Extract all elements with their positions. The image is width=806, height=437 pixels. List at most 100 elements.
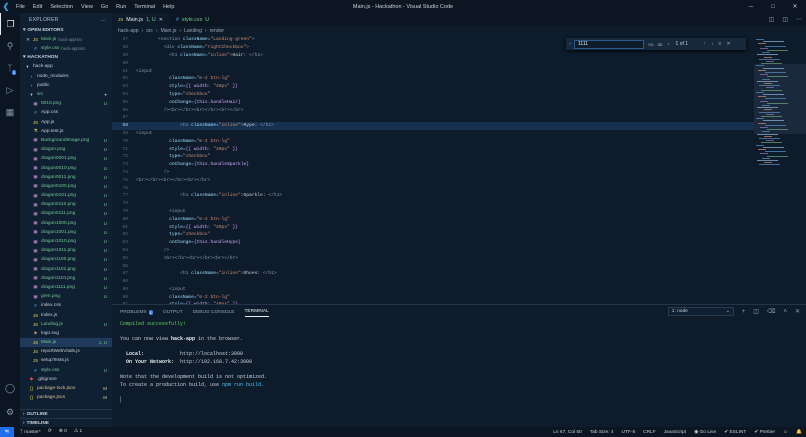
tree-item-dragon0100-png[interactable]: ▣ dragon0100.png U <box>20 182 112 191</box>
new-terminal-icon[interactable]: + <box>742 309 746 315</box>
tree-item-dragon1000-png[interactable]: ▣ dragon1000.png U <box>20 219 112 228</box>
more-actions-icon[interactable]: ⋯ <box>796 16 802 23</box>
next-match-icon[interactable]: ↓ <box>711 41 714 47</box>
tree-item-index-css[interactable]: # index.css <box>20 301 112 310</box>
tree-item-landing-js[interactable]: JS Landing.js U <box>20 320 112 329</box>
workspace-section[interactable]: ▾ HACKATHON <box>20 53 112 62</box>
code-editor[interactable]: 57 <section className="Landing-green"> 58… <box>112 36 754 304</box>
tree-item-node-modules[interactable]: › node_modules <box>20 72 112 81</box>
tree-item-backgroundimage-png[interactable]: ▣ BackgroundImage.png U <box>20 136 112 145</box>
tree-item-dragon1110-png[interactable]: ▣ dragon1110.png U <box>20 274 112 283</box>
tree-item-0010-png[interactable]: ▣ 0010.png U <box>20 99 112 108</box>
tree-item-app-js[interactable]: JS App.js <box>20 118 112 127</box>
extensions-icon[interactable]: ▦ <box>0 101 20 123</box>
tab-terminal[interactable]: TERMINAL <box>244 307 269 317</box>
tab-style-css[interactable]: # style.css U <box>170 13 217 26</box>
close-tab-icon[interactable]: ✕ <box>159 17 163 23</box>
tab-output[interactable]: OUTPUT <box>163 310 183 315</box>
toggle-replace-icon[interactable]: › <box>566 41 574 47</box>
tab-problems[interactable]: PROBLEMS 1 <box>120 309 153 315</box>
menu-item-view[interactable]: View <box>81 4 93 10</box>
local-url[interactable]: http://localhost:3000 <box>180 351 243 357</box>
close-window-icon[interactable]: ✕ <box>784 0 806 13</box>
breadcrumb-item[interactable]: src <box>146 28 153 34</box>
tab-debug-console[interactable]: DEBUG CONSOLE <box>193 310 235 315</box>
maximize-icon[interactable]: □ <box>762 0 784 13</box>
breadcrumb-item[interactable]: render <box>210 28 224 34</box>
status-item-prettier[interactable]: ✔ Prettier <box>754 430 775 435</box>
tree-item-public[interactable]: › public <box>20 81 112 90</box>
run-debug-icon[interactable]: ▷ <box>0 79 20 101</box>
tree-item-app-css[interactable]: # App.css <box>20 108 112 117</box>
remote-icon[interactable]: ⇋ <box>0 427 14 437</box>
branch-status[interactable]: ᛉ master* <box>20 429 41 435</box>
menu-item-edit[interactable]: Edit <box>33 4 42 10</box>
kill-terminal-icon[interactable]: ⌫ <box>767 308 775 315</box>
outline-section[interactable]: › OUTLINE <box>20 409 112 418</box>
menu-item-run[interactable]: Run <box>116 4 126 10</box>
menu-item-terminal[interactable]: Terminal <box>134 4 155 10</box>
tree-item-dragon0111-png[interactable]: ▣ dragon0111.png U <box>20 209 112 218</box>
explorer-icon[interactable]: ❐ <box>0 13 20 35</box>
timeline-section[interactable]: › TIMELINE <box>20 418 112 427</box>
tree-item-dragon1010-png[interactable]: ▣ dragon1010.png U <box>20 237 112 246</box>
status-item-javascript[interactable]: JavaScript <box>664 430 686 435</box>
terminal-output[interactable]: Compiled successfully! You can now view … <box>120 321 267 405</box>
breadcrumb-item[interactable]: Landing <box>184 28 202 34</box>
minimize-icon[interactable]: ─ <box>740 0 762 13</box>
tree-item-main-js[interactable]: JS Main.js 1, U <box>20 338 112 348</box>
status-item-[interactable]: 🔔 <box>796 430 802 435</box>
tree-item-dragon1001-png[interactable]: ▣ dragon1001.png U <box>20 228 112 237</box>
tree-item-dragon-png[interactable]: ▣ dragon.png U <box>20 145 112 154</box>
open-editor-item[interactable]: # style.css hack-app\src <box>20 44 112 53</box>
tree-item-package-json[interactable]: {} package.json M <box>20 393 112 402</box>
tree-item-index-js[interactable]: JS index.js <box>20 310 112 319</box>
close-panel-icon[interactable]: ✕ <box>795 308 800 315</box>
tree-item-dragon0011-png[interactable]: ▣ dragon0011.png U <box>20 173 112 182</box>
sync-icon[interactable]: ⟳ <box>48 429 52 435</box>
tree-item-dragon0110-png[interactable]: ▣ dragon0110.png U <box>20 200 112 209</box>
split-terminal-icon[interactable]: ◫ <box>753 308 759 315</box>
tree-item-style-css[interactable]: # style.css U <box>20 366 112 375</box>
menu-item-selection[interactable]: Selection <box>50 4 73 10</box>
account-icon[interactable]: ◯ <box>0 377 20 399</box>
tree-item-dragon0001-png[interactable]: ▣ dragon0001.png U <box>20 154 112 163</box>
tree-item-gren-png[interactable]: ▣ gren.png U <box>20 292 112 301</box>
network-url[interactable]: http://192.168.7.42:3000 <box>180 359 252 365</box>
warning-count[interactable]: ⚠ 1 <box>74 429 82 435</box>
status-item-go-live[interactable]: ◉ Go Live <box>694 430 716 435</box>
whole-word-icon[interactable]: ab <box>658 42 663 47</box>
find-input[interactable]: 1111 <box>574 39 644 49</box>
status-item-crlf[interactable]: CRLF <box>643 430 656 435</box>
menu-item-file[interactable]: File <box>16 4 25 10</box>
more-actions-icon[interactable]: … <box>101 17 106 23</box>
tree-item-app-test-js[interactable]: ⚗ App.test.js <box>20 127 112 136</box>
minimap[interactable] <box>754 36 806 304</box>
open-editor-item[interactable]: ✕ JS Main.js hack-app\src <box>20 35 112 44</box>
tree-item-dragon1100-png[interactable]: ▣ dragon1100.png U <box>20 255 112 264</box>
compare-icon[interactable]: ◫ <box>769 16 775 23</box>
tree-item-logo-svg[interactable]: ◈ logo.svg <box>20 329 112 338</box>
tree-item-hack-app[interactable]: ▾ hack-app <box>20 62 112 71</box>
breadcrumb-item[interactable]: hack-app <box>118 28 139 34</box>
minimap-viewport[interactable] <box>754 64 806 134</box>
tree-item-dragon0101-png[interactable]: ▣ dragon0101.png U <box>20 191 112 200</box>
tree-item-gitignore[interactable]: ◆ .gitignore <box>20 375 112 384</box>
tree-item-dragon1011-png[interactable]: ▣ dragon1011.png U <box>20 246 112 255</box>
match-case-icon[interactable]: Aa <box>648 42 654 47</box>
split-editor-icon[interactable]: ◫ <box>782 16 788 23</box>
status-item-tab-size-4[interactable]: Tab Size: 4 <box>590 430 614 435</box>
status-item-utf-8[interactable]: UTF-8 <box>622 430 636 435</box>
status-item-[interactable]: ☺ <box>783 430 788 435</box>
error-count[interactable]: ⊗ 0 <box>59 429 67 435</box>
previous-match-icon[interactable]: ↑ <box>704 41 707 47</box>
tree-item-package-lock-json[interactable]: {} package-lock.json M <box>20 384 112 393</box>
tab-main-js[interactable]: JS Main.js 1, U ✕ <box>112 13 170 26</box>
find-in-selection-icon[interactable]: ≡ <box>719 41 722 47</box>
terminal-select[interactable]: 1: node ⌄ <box>667 307 734 316</box>
tree-item-dragon1111-png[interactable]: ▣ dragon1111.png U <box>20 283 112 292</box>
maximize-panel-icon[interactable]: ˄ <box>783 309 787 315</box>
tree-item-dragon1101-png[interactable]: ▣ dragon1101.png U <box>20 265 112 274</box>
tree-item-src[interactable]: ▾ src ● <box>20 90 112 99</box>
settings-gear-icon[interactable]: ⚙ <box>0 401 20 423</box>
